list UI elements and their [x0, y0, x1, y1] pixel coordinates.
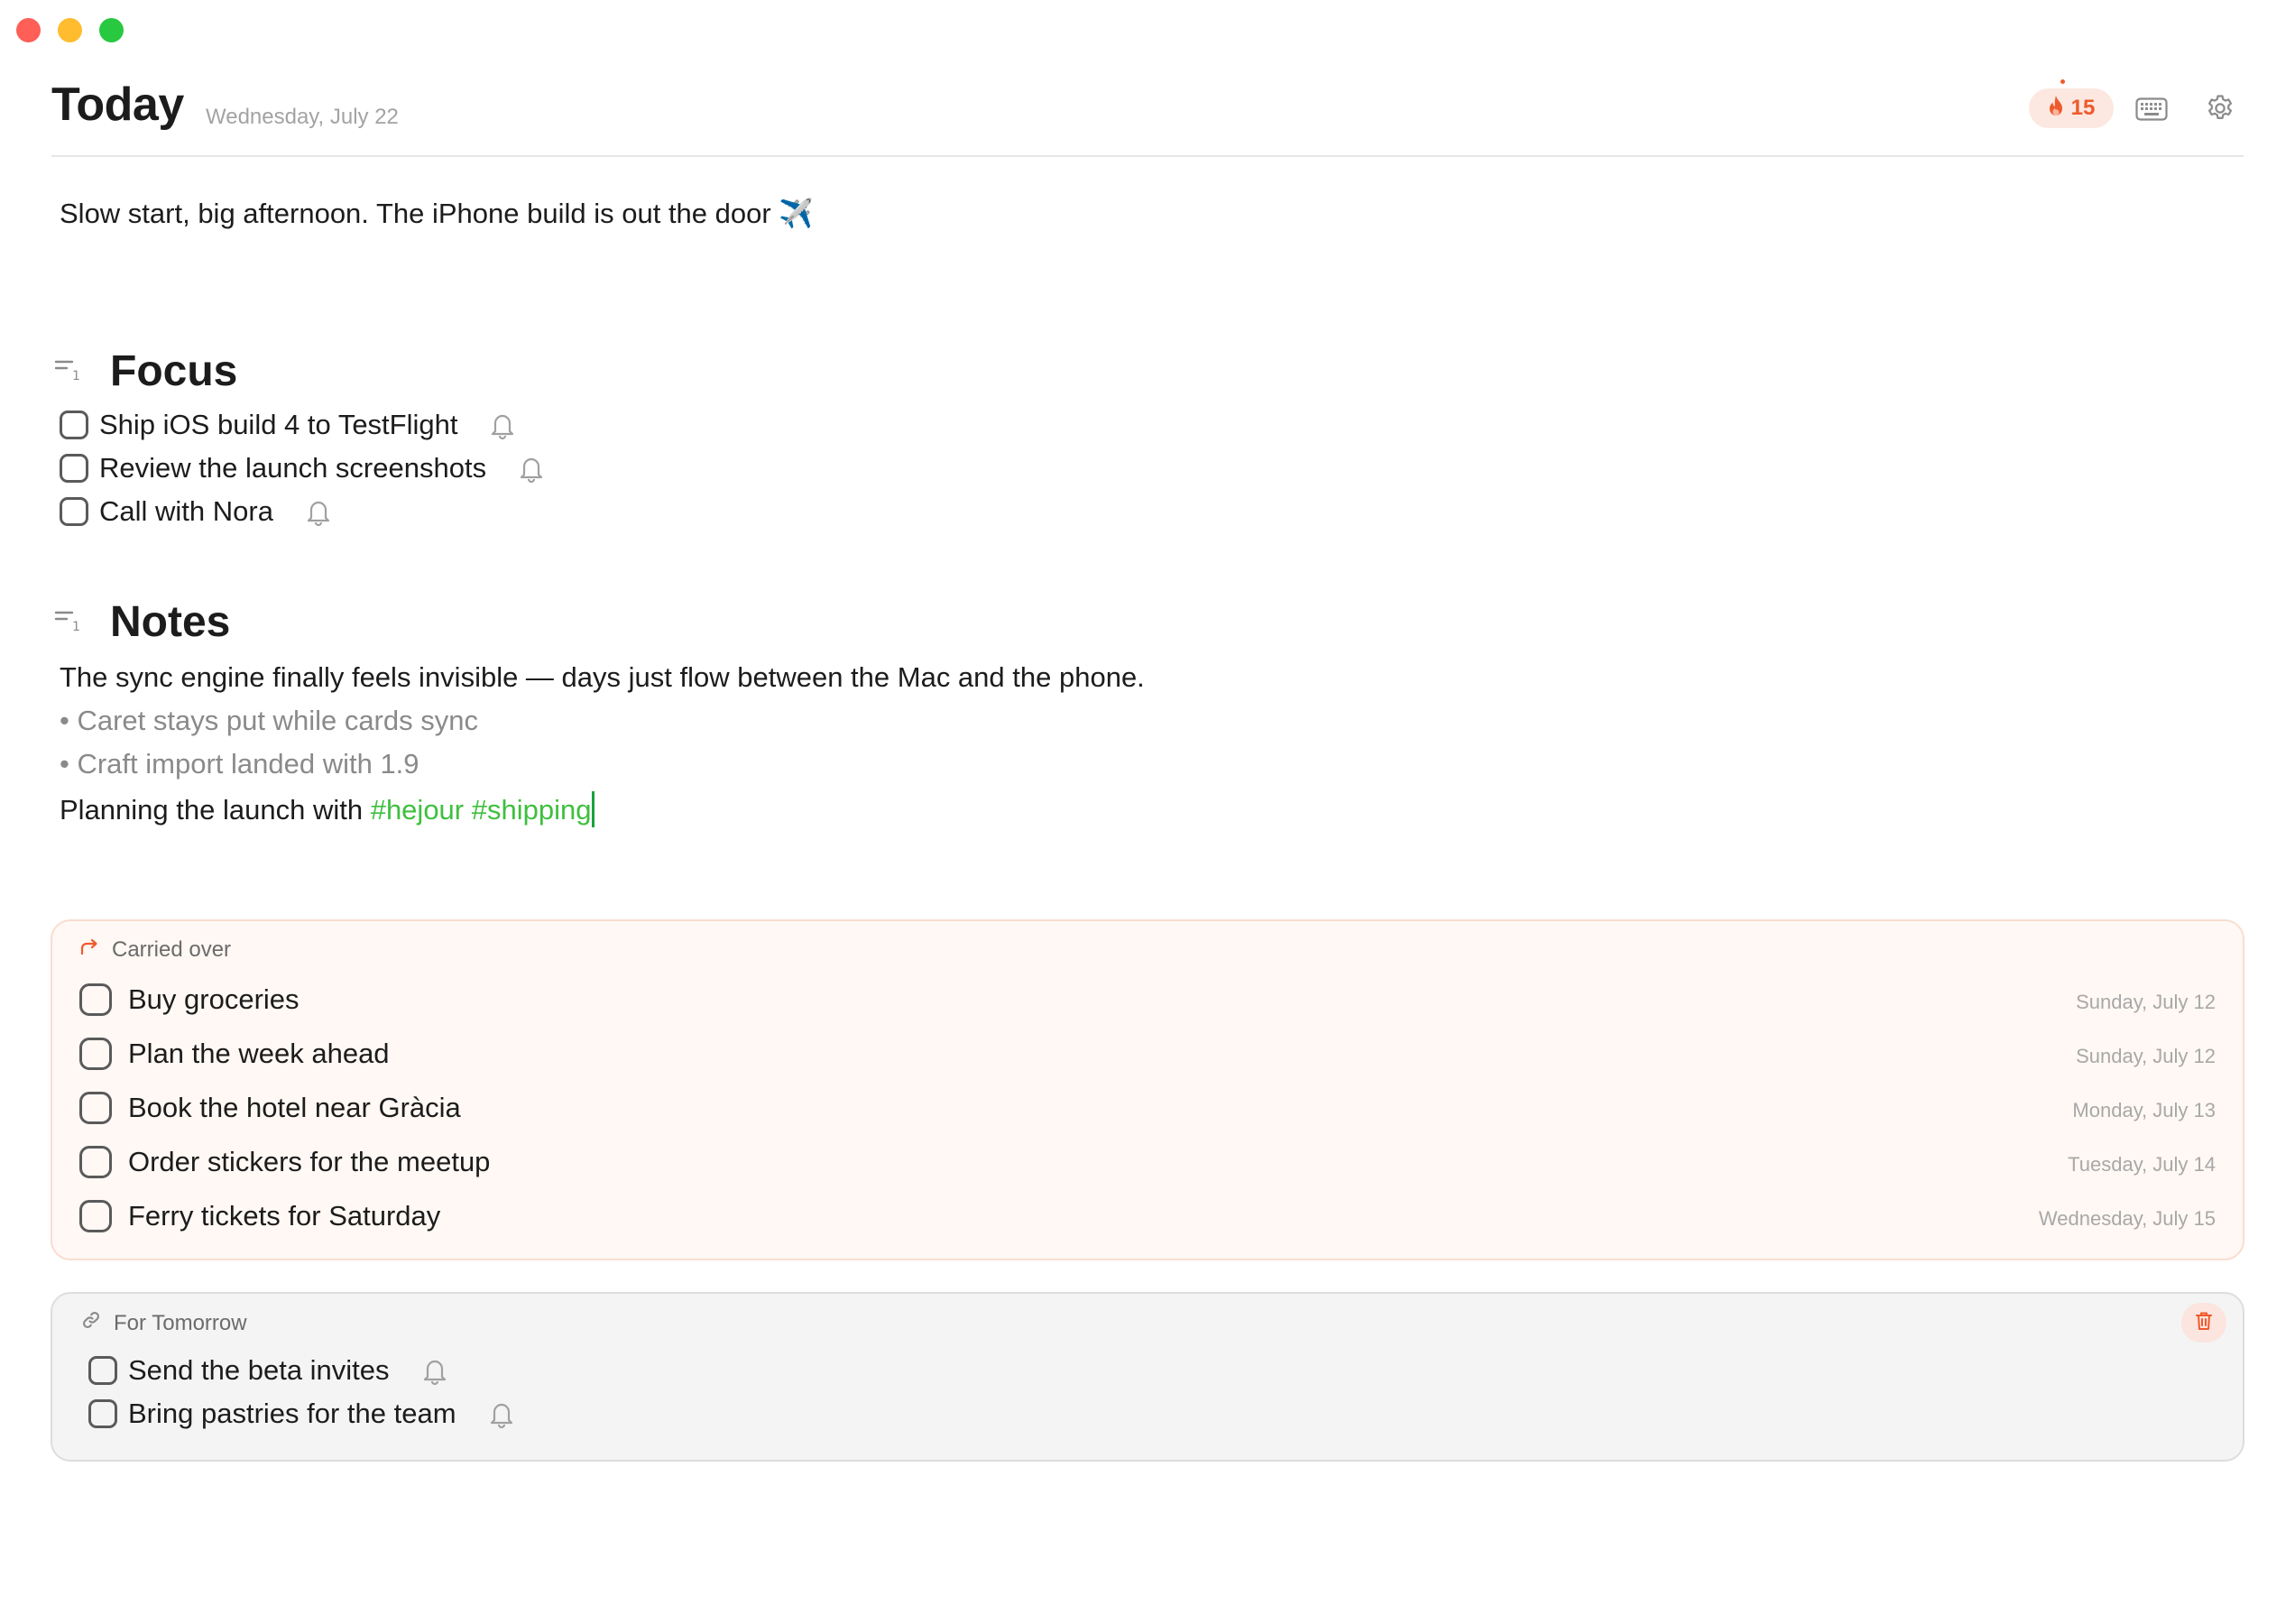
hashtag[interactable]: #hejour	[371, 794, 464, 826]
task-origin-date: Wednesday, July 15	[2038, 1207, 2216, 1230]
task-checkbox[interactable]	[60, 454, 88, 483]
note-paragraph[interactable]: The sync engine finally feels invisible …	[60, 661, 1145, 694]
bullet-dot: •	[60, 748, 78, 780]
task-label[interactable]: Ship iOS build 4 to TestFlight	[99, 409, 457, 441]
carried-over-label: Carried over	[112, 937, 232, 962]
task-label[interactable]: Call with Nora	[99, 495, 273, 528]
carried-task: Book the hotel near Gràcia	[79, 1092, 461, 1124]
carried-task: Order stickers for the meetup	[79, 1146, 490, 1178]
focus-task: Ship iOS build 4 to TestFlight	[60, 409, 517, 441]
task-label[interactable]: Send the beta invites	[128, 1354, 390, 1387]
tomorrow-task: Send the beta invites	[88, 1354, 449, 1387]
airplane-emoji: ✈️	[779, 198, 814, 229]
carry-forward-icon	[79, 937, 99, 963]
carried-task: Ferry tickets for Saturday	[79, 1200, 440, 1232]
task-label[interactable]: Buy groceries	[128, 983, 300, 1016]
task-label[interactable]: Plan the week ahead	[128, 1038, 390, 1070]
bullet-dot: •	[60, 705, 78, 736]
app-window: Today Wednesday, July 22 15 Slow start, …	[0, 0, 2295, 1624]
task-checkbox[interactable]	[79, 1146, 112, 1178]
svg-text:1: 1	[72, 369, 80, 381]
maximize-window-button[interactable]	[99, 18, 124, 42]
note-bullet[interactable]: • Caret stays put while cards sync	[60, 705, 478, 737]
note-paragraph[interactable]: Planning the launch with #hejour #shippi…	[60, 791, 595, 827]
carried-over-panel: Carried over Buy groceries Sunday, July …	[51, 919, 2244, 1260]
note-bullet-text: Craft import landed with 1.9	[77, 748, 419, 780]
note-bullet-text: Caret stays put while cards sync	[77, 705, 478, 736]
bell-icon[interactable]	[517, 453, 546, 484]
trash-icon	[2195, 1311, 2213, 1335]
flame-icon	[2048, 95, 2064, 123]
task-checkbox[interactable]	[79, 1200, 112, 1232]
page-header: Today Wednesday, July 22 15	[51, 78, 2244, 157]
window-controls	[16, 18, 124, 42]
delete-section-button[interactable]	[2181, 1303, 2226, 1343]
notes-title: Notes	[110, 598, 231, 646]
streak-badge[interactable]: 15	[2029, 88, 2114, 128]
link-icon	[81, 1310, 101, 1336]
task-checkbox[interactable]	[88, 1399, 117, 1428]
focus-task: Call with Nora	[60, 495, 333, 528]
for-tomorrow-header: For Tomorrow	[81, 1310, 247, 1336]
bell-icon[interactable]	[304, 496, 333, 527]
task-label[interactable]: Book the hotel near Gràcia	[128, 1092, 461, 1124]
page-date: Wednesday, July 22	[206, 105, 399, 129]
day-summary[interactable]: Slow start, big afternoon. The iPhone bu…	[60, 197, 814, 230]
close-window-button[interactable]	[16, 18, 41, 42]
heading-level-icon[interactable]: 1	[54, 357, 85, 385]
page-title: Today	[51, 78, 184, 131]
tomorrow-task: Bring pastries for the team	[88, 1398, 516, 1430]
focus-task: Review the launch screenshots	[60, 452, 546, 484]
task-label[interactable]: Ferry tickets for Saturday	[128, 1200, 440, 1232]
for-tomorrow-panel: For Tomorrow Send the beta invites Bring…	[51, 1292, 2244, 1462]
note-text: Planning the launch with	[60, 794, 364, 826]
day-summary-text: Slow start, big afternoon. The iPhone bu…	[60, 198, 771, 229]
task-label[interactable]: Review the launch screenshots	[99, 452, 486, 484]
carried-task: Buy groceries	[79, 983, 300, 1016]
streak-count: 15	[2070, 96, 2096, 120]
hashtag[interactable]: #shipping	[472, 794, 592, 826]
for-tomorrow-label: For Tomorrow	[114, 1310, 247, 1335]
bell-icon[interactable]	[488, 410, 517, 440]
text-caret	[592, 791, 595, 827]
task-checkbox[interactable]	[60, 411, 88, 439]
task-origin-date: Sunday, July 12	[2076, 991, 2216, 1013]
note-bullet[interactable]: • Craft import landed with 1.9	[60, 748, 419, 780]
focus-title: Focus	[110, 347, 238, 395]
task-checkbox[interactable]	[60, 497, 88, 526]
task-checkbox[interactable]	[79, 1092, 112, 1124]
task-label[interactable]: Bring pastries for the team	[128, 1398, 456, 1430]
carried-over-header: Carried over	[79, 937, 231, 963]
minimize-window-button[interactable]	[58, 18, 82, 42]
task-origin-date: Tuesday, July 14	[2068, 1153, 2216, 1176]
heading-level-icon[interactable]: 1	[54, 608, 85, 636]
notes-section-header: 1 Notes	[54, 597, 230, 647]
bell-icon[interactable]	[420, 1355, 449, 1386]
task-checkbox[interactable]	[79, 983, 112, 1016]
streak-indicator-dot	[2060, 79, 2065, 84]
task-checkbox[interactable]	[79, 1038, 112, 1070]
focus-section-header: 1 Focus	[54, 346, 237, 396]
gear-icon[interactable]	[2206, 94, 2235, 127]
task-checkbox[interactable]	[88, 1356, 117, 1385]
carried-task: Plan the week ahead	[79, 1038, 390, 1070]
svg-text:1: 1	[72, 620, 80, 632]
task-label[interactable]: Order stickers for the meetup	[128, 1146, 490, 1178]
keyboard-icon[interactable]	[2135, 97, 2168, 125]
task-origin-date: Sunday, July 12	[2076, 1045, 2216, 1067]
bell-icon[interactable]	[487, 1398, 516, 1429]
task-origin-date: Monday, July 13	[2072, 1099, 2216, 1121]
